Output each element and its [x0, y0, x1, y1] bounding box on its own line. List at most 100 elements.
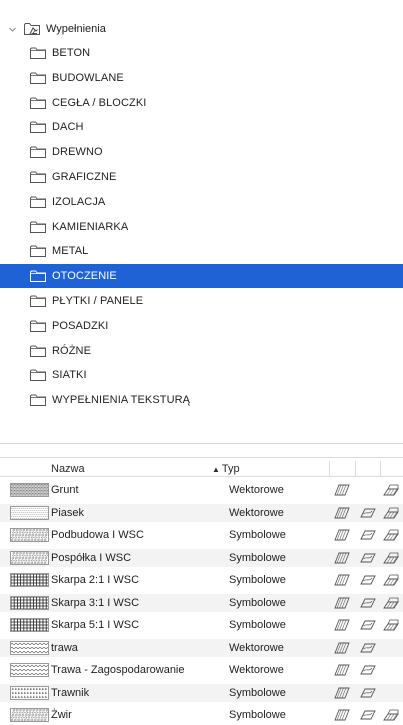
folder-icon [30, 146, 46, 159]
tree-item-folder[interactable]: DACH [0, 115, 403, 139]
fill-pattern-preview [10, 618, 49, 632]
table-row[interactable]: Skarpa 5:1 I WSC Symbolowe [0, 616, 403, 634]
tree-item-folder[interactable]: IZOLACJA [0, 190, 403, 214]
fill-name-cell: Podbudowa I WSC [51, 529, 144, 541]
section-icon[interactable] [383, 574, 399, 586]
folder-icon [30, 72, 46, 84]
tree-item-label: BUDOWLANE [52, 71, 124, 84]
fill-name-cell: Skarpa 3:1 I WSC [51, 596, 140, 609]
draft-icon[interactable] [334, 484, 350, 496]
cover-icon[interactable] [360, 642, 376, 654]
tree-item-label: GRAFICZNE [52, 171, 117, 183]
cover-icon[interactable] [360, 664, 376, 676]
tree-item-label: DACH [52, 121, 84, 134]
table-row[interactable]: trawa Wektorowe [0, 638, 403, 657]
fill-name-cell: Skarpa 2:1 I WSC [51, 574, 140, 586]
section-icon[interactable] [383, 709, 399, 721]
cover-icon[interactable] [360, 552, 376, 564]
folder-icon [30, 345, 46, 357]
draft-icon[interactable] [334, 709, 350, 721]
draft-icon[interactable] [334, 619, 350, 631]
draft-icon[interactable] [334, 552, 350, 564]
cover-icon[interactable] [360, 709, 376, 721]
fill-name-cell: Pospółka I WSC [51, 551, 132, 564]
folder-icon [30, 369, 46, 382]
draft-icon[interactable] [334, 529, 350, 541]
section-icon[interactable] [383, 507, 399, 519]
section-icon[interactable] [383, 484, 399, 496]
column-header-name[interactable]: Nazwa [51, 463, 85, 475]
tree-item-folder[interactable]: DREWNO [0, 140, 403, 164]
column-divider[interactable] [329, 461, 330, 477]
cover-icon[interactable] [360, 529, 376, 541]
fill-type-cell: Wektorowe [229, 664, 284, 676]
fill-name-cell: Trawa - Zagospodarowanie [51, 664, 185, 676]
fill-name-cell: Grunt [51, 484, 79, 496]
table-row[interactable]: Żwir Symbolowe [0, 706, 403, 724]
tree-item-label: RÓŻNE [52, 344, 91, 357]
tree-item-folder[interactable]: BETON [0, 41, 403, 65]
sort-ascending-icon: ▲ [212, 465, 220, 474]
table-row[interactable]: Podbudowa I WSC Symbolowe [0, 526, 403, 544]
section-icon[interactable] [383, 619, 399, 631]
cover-icon[interactable] [360, 597, 376, 609]
draft-icon[interactable] [334, 507, 350, 519]
tree-item-label: DREWNO [52, 146, 103, 159]
section-icon[interactable] [383, 529, 399, 541]
cover-icon[interactable] [360, 507, 376, 519]
tree-item-folder[interactable]: OTOCZENIE [0, 264, 403, 289]
fill-pattern-preview [10, 505, 49, 520]
tree-item-folder[interactable]: CEGŁA / BLOCZKI [0, 91, 403, 115]
fill-type-cell: Symbolowe [229, 574, 286, 586]
fill-pattern-preview [10, 663, 49, 677]
cover-icon[interactable] [360, 574, 376, 586]
fill-pattern-preview [10, 640, 49, 655]
fill-pattern-preview [10, 550, 49, 565]
draft-icon[interactable] [334, 597, 350, 609]
draft-icon[interactable] [334, 664, 350, 676]
tree-item-label: PŁYTKI / PANELE [52, 295, 144, 307]
table-row[interactable]: Trawa - Zagospodarowanie Wektorowe [0, 661, 403, 679]
tree-item-folder[interactable]: RÓŻNE [0, 339, 403, 363]
folder-icon [30, 171, 46, 183]
tree-item-folder[interactable]: SIATKI [0, 363, 403, 387]
tree-item-folder[interactable]: WYPEŁNIENIA TEKSTURĄ [0, 388, 403, 412]
table-header: Nazwa ▲ Typ [0, 461, 403, 477]
section-icon[interactable] [383, 552, 399, 564]
fill-type-cell: Wektorowe [229, 506, 284, 519]
folder-icon [30, 121, 46, 134]
tree-item-folder[interactable]: POSADZKI [0, 314, 403, 338]
section-icon[interactable] [383, 597, 399, 609]
column-header-type-label: Typ [221, 463, 240, 475]
fill-type-cell: Symbolowe [229, 619, 286, 631]
cover-icon[interactable] [360, 687, 376, 699]
table-row[interactable]: Skarpa 3:1 I WSC Symbolowe [0, 593, 403, 612]
draft-icon[interactable] [334, 574, 350, 586]
chevron-down-icon[interactable] [9, 26, 16, 33]
tree-item-folder[interactable]: GRAFICZNE [0, 165, 403, 189]
tree-item-folder[interactable]: BUDOWLANE [0, 66, 403, 90]
fills-table: Nazwa ▲ Typ Grunt Wektorowe Piasek Wektorowe… [0, 457, 403, 725]
fill-name-cell: Trawnik [51, 686, 90, 699]
tree-item-label: OTOCZENIE [52, 270, 117, 283]
tree-item-label: WYPEŁNIENIA TEKSTURĄ [52, 394, 191, 407]
fill-type-cell: Wektorowe [229, 484, 284, 496]
tree-item-label: CEGŁA / BLOCZKI [52, 96, 147, 109]
draft-icon[interactable] [334, 642, 350, 654]
fill-name-cell: Piasek [51, 506, 85, 519]
table-row[interactable]: Skarpa 2:1 I WSC Symbolowe [0, 571, 403, 589]
tree-item-folder[interactable]: METAL [0, 239, 403, 263]
table-row[interactable]: Pospółka I WSC Symbolowe [0, 548, 403, 567]
tree-item-folder[interactable]: PŁYTKI / PANELE [0, 289, 403, 313]
tree-root-fills[interactable]: Wypełnienia [0, 19, 403, 39]
table-row[interactable]: Piasek Wektorowe [0, 503, 403, 522]
draft-icon[interactable] [334, 687, 350, 699]
column-divider[interactable] [380, 461, 381, 477]
table-row[interactable]: Grunt Wektorowe [0, 481, 403, 499]
tree-item-folder[interactable]: KAMIENIARKA [0, 215, 403, 239]
cover-icon[interactable] [360, 619, 376, 631]
column-divider[interactable] [355, 461, 356, 477]
fills-folder-icon [24, 23, 40, 35]
table-row[interactable]: Trawnik Symbolowe [0, 683, 403, 702]
column-header-type[interactable]: ▲ Typ [212, 463, 240, 475]
